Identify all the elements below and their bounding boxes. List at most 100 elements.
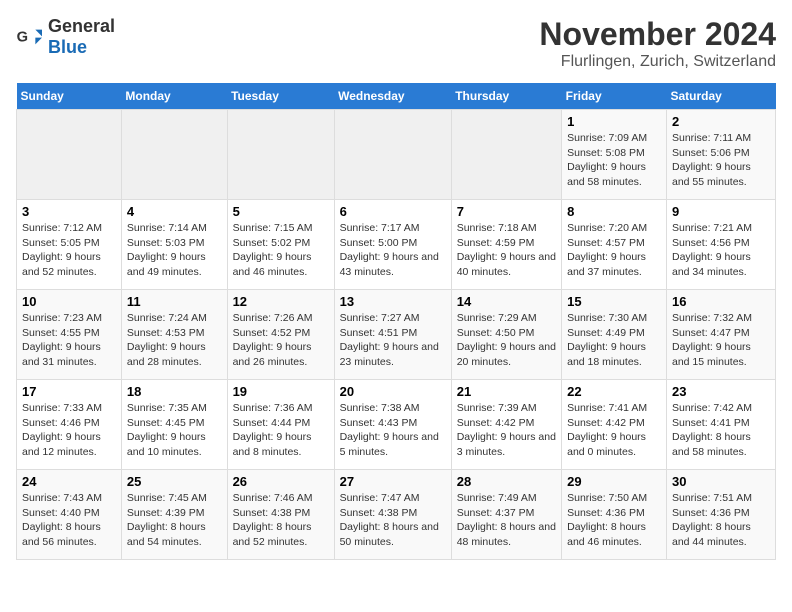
calendar-header: SundayMondayTuesdayWednesdayThursdayFrid… [17,83,776,110]
day-info: Sunrise: 7:42 AM Sunset: 4:41 PM Dayligh… [672,401,770,460]
day-number: 6 [340,204,446,219]
day-number: 1 [567,114,661,129]
day-number: 19 [233,384,329,399]
day-number: 22 [567,384,661,399]
day-info: Sunrise: 7:21 AM Sunset: 4:56 PM Dayligh… [672,221,770,280]
calendar-cell [334,110,451,200]
calendar-cell: 7Sunrise: 7:18 AM Sunset: 4:59 PM Daylig… [451,200,561,290]
calendar-cell: 12 Sunrise: 7:26 AM Sunset: 4:52 PM Dayli… [227,290,334,380]
weekday-header: Sunday [17,83,122,110]
day-info: Sunrise: 7:45 AM Sunset: 4:39 PM Dayligh… [127,491,222,550]
day-number: 24 [22,474,116,489]
calendar-cell: 30 Sunrise: 7:51 AM Sunset: 4:36 PM Dayli… [667,470,776,560]
day-number: 16 [672,294,770,309]
weekday-header: Monday [121,83,227,110]
location-title: Flurlingen, Zurich, Switzerland [539,53,776,71]
calendar-cell [121,110,227,200]
day-number: 11 [127,294,222,309]
calendar-cell: 29 Sunrise: 7:50 AM Sunset: 4:36 PM Dayli… [562,470,667,560]
calendar-cell: 14Sunrise: 7:29 AM Sunset: 4:50 PM Dayli… [451,290,561,380]
day-info: Sunrise: 7:26 AM Sunset: 4:52 PM Dayligh… [233,311,329,370]
logo-wordmark: General Blue [48,16,115,58]
day-number: 21 [457,384,556,399]
day-number: 17 [22,384,116,399]
day-info: Sunrise: 7:38 AM Sunset: 4:43 PM Dayligh… [340,401,446,460]
day-number: 28 [457,474,556,489]
day-info: Sunrise: 7:15 AM Sunset: 5:02 PM Dayligh… [233,221,329,280]
calendar-cell: 27Sunrise: 7:47 AM Sunset: 4:38 PM Dayli… [334,470,451,560]
calendar-cell: 1 Sunrise: 7:09 AM Sunset: 5:08 PM Daylig… [562,110,667,200]
day-number: 13 [340,294,446,309]
calendar-week-row: 24 Sunrise: 7:43 AM Sunset: 4:40 PM Dayli… [17,470,776,560]
day-info: Sunrise: 7:30 AM Sunset: 4:49 PM Dayligh… [567,311,661,370]
day-number: 18 [127,384,222,399]
calendar-body: 1 Sunrise: 7:09 AM Sunset: 5:08 PM Daylig… [17,110,776,560]
logo-blue: Blue [48,37,87,57]
day-info: Sunrise: 7:33 AM Sunset: 4:46 PM Dayligh… [22,401,116,460]
day-number: 30 [672,474,770,489]
day-info: Sunrise: 7:43 AM Sunset: 4:40 PM Dayligh… [22,491,116,550]
calendar-cell [17,110,122,200]
day-info: Sunrise: 7:32 AM Sunset: 4:47 PM Dayligh… [672,311,770,370]
day-info: Sunrise: 7:50 AM Sunset: 4:36 PM Dayligh… [567,491,661,550]
day-info: Sunrise: 7:39 AM Sunset: 4:42 PM Dayligh… [457,401,556,460]
day-number: 7 [457,204,556,219]
day-number: 3 [22,204,116,219]
day-info: Sunrise: 7:11 AM Sunset: 5:06 PM Dayligh… [672,131,770,190]
calendar-cell: 3 Sunrise: 7:12 AM Sunset: 5:05 PM Daylig… [17,200,122,290]
calendar-cell [227,110,334,200]
header: G General Blue November 2024 Flurlingen,… [16,16,776,71]
day-info: Sunrise: 7:49 AM Sunset: 4:37 PM Dayligh… [457,491,556,550]
weekday-header: Wednesday [334,83,451,110]
day-number: 27 [340,474,446,489]
calendar-cell: 6 Sunrise: 7:17 AM Sunset: 5:00 PM Daylig… [334,200,451,290]
calendar-cell: 17 Sunrise: 7:33 AM Sunset: 4:46 PM Dayli… [17,380,122,470]
calendar-cell: 23 Sunrise: 7:42 AM Sunset: 4:41 PM Dayli… [667,380,776,470]
calendar-week-row: 3 Sunrise: 7:12 AM Sunset: 5:05 PM Daylig… [17,200,776,290]
calendar-cell: 28 Sunrise: 7:49 AM Sunset: 4:37 PM Dayli… [451,470,561,560]
calendar-cell: 5 Sunrise: 7:15 AM Sunset: 5:02 PM Daylig… [227,200,334,290]
calendar-week-row: 17 Sunrise: 7:33 AM Sunset: 4:46 PM Dayli… [17,380,776,470]
day-info: Sunrise: 7:12 AM Sunset: 5:05 PM Dayligh… [22,221,116,280]
day-number: 5 [233,204,329,219]
calendar-week-row: 1 Sunrise: 7:09 AM Sunset: 5:08 PM Daylig… [17,110,776,200]
logo: G General Blue [16,16,115,58]
day-number: 2 [672,114,770,129]
day-info: Sunrise: 7:41 AM Sunset: 4:42 PM Dayligh… [567,401,661,460]
calendar-cell: 11 Sunrise: 7:24 AM Sunset: 4:53 PM Dayli… [121,290,227,380]
day-info: Sunrise: 7:46 AM Sunset: 4:38 PM Dayligh… [233,491,329,550]
day-info: Sunrise: 7:14 AM Sunset: 5:03 PM Dayligh… [127,221,222,280]
logo-general: General [48,16,115,36]
calendar-cell: 26Sunrise: 7:46 AM Sunset: 4:38 PM Dayli… [227,470,334,560]
calendar-cell: 4 Sunrise: 7:14 AM Sunset: 5:03 PM Daylig… [121,200,227,290]
day-info: Sunrise: 7:09 AM Sunset: 5:08 PM Dayligh… [567,131,661,190]
day-number: 23 [672,384,770,399]
weekday-header-row: SundayMondayTuesdayWednesdayThursdayFrid… [17,83,776,110]
day-info: Sunrise: 7:17 AM Sunset: 5:00 PM Dayligh… [340,221,446,280]
calendar-cell: 2 Sunrise: 7:11 AM Sunset: 5:06 PM Daylig… [667,110,776,200]
calendar-cell: 20Sunrise: 7:38 AM Sunset: 4:43 PM Dayli… [334,380,451,470]
calendar-cell: 25 Sunrise: 7:45 AM Sunset: 4:39 PM Dayli… [121,470,227,560]
weekday-header: Friday [562,83,667,110]
day-info: Sunrise: 7:24 AM Sunset: 4:53 PM Dayligh… [127,311,222,370]
day-number: 14 [457,294,556,309]
calendar-cell: 16 Sunrise: 7:32 AM Sunset: 4:47 PM Dayli… [667,290,776,380]
day-number: 12 [233,294,329,309]
title-area: November 2024 Flurlingen, Zurich, Switze… [539,16,776,71]
day-info: Sunrise: 7:35 AM Sunset: 4:45 PM Dayligh… [127,401,222,460]
svg-text:G: G [17,30,28,46]
day-info: Sunrise: 7:51 AM Sunset: 4:36 PM Dayligh… [672,491,770,550]
calendar-cell: 18 Sunrise: 7:35 AM Sunset: 4:45 PM Dayli… [121,380,227,470]
weekday-header: Saturday [667,83,776,110]
calendar-week-row: 10Sunrise: 7:23 AM Sunset: 4:55 PM Dayli… [17,290,776,380]
logo-icon: G [16,27,44,47]
day-number: 25 [127,474,222,489]
day-number: 15 [567,294,661,309]
calendar-cell: 8Sunrise: 7:20 AM Sunset: 4:57 PM Daylig… [562,200,667,290]
day-number: 4 [127,204,222,219]
calendar-cell [451,110,561,200]
day-number: 10 [22,294,116,309]
calendar-cell: 15 Sunrise: 7:30 AM Sunset: 4:49 PM Dayli… [562,290,667,380]
day-info: Sunrise: 7:27 AM Sunset: 4:51 PM Dayligh… [340,311,446,370]
day-number: 29 [567,474,661,489]
